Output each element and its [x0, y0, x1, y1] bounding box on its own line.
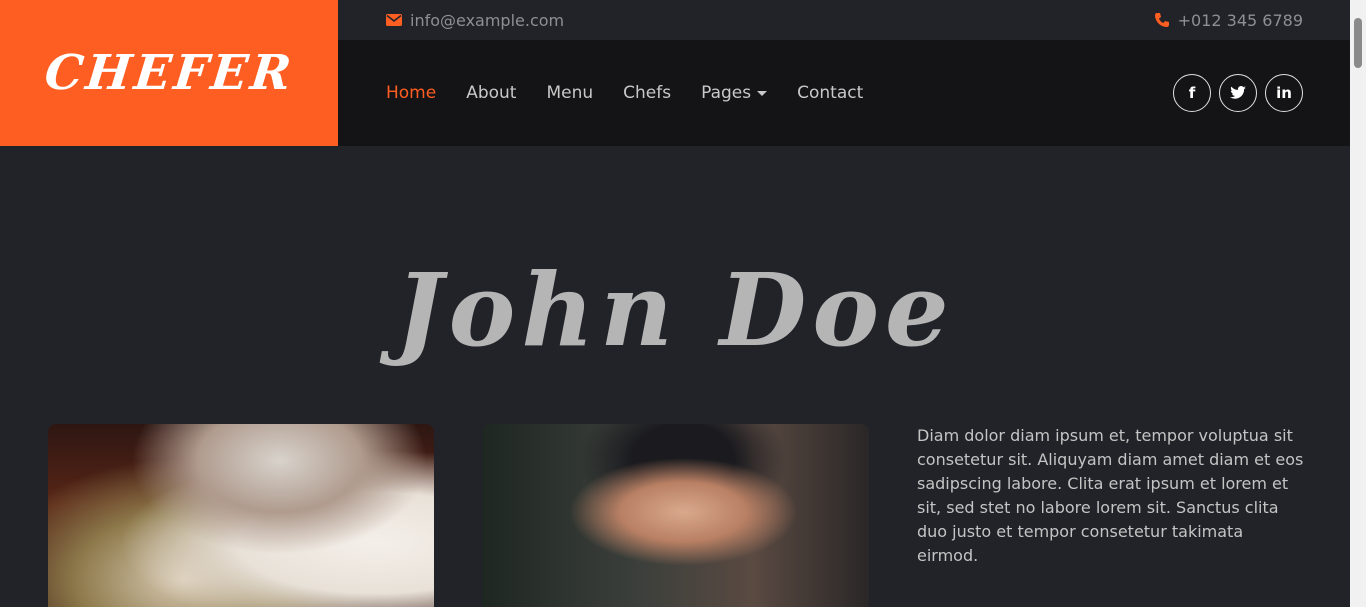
- scrollbar-thumb[interactable]: [1354, 18, 1362, 68]
- food-photo: [48, 424, 434, 607]
- top-bar: info@example.com +012 345 6789: [338, 0, 1350, 40]
- brand-name: CHEFER: [41, 45, 297, 101]
- page-title: John Doe: [395, 251, 955, 369]
- nav-item-pages[interactable]: Pages: [701, 83, 768, 103]
- caret-down-icon: [757, 90, 768, 96]
- brand-logo[interactable]: CHEFER: [0, 0, 338, 146]
- nav-item-chefs[interactable]: Chefs: [623, 83, 671, 103]
- facebook-icon[interactable]: f: [1173, 74, 1211, 112]
- nav-item-pages-label: Pages: [701, 83, 752, 103]
- nav-item-menu[interactable]: Menu: [546, 83, 593, 103]
- contact-phone: +012 345 6789: [1154, 11, 1303, 30]
- phone-text: +012 345 6789: [1177, 10, 1303, 30]
- social-links: f in: [1173, 74, 1303, 112]
- envelope-icon: [386, 14, 402, 26]
- page-scrollbar[interactable]: [1350, 0, 1366, 607]
- linkedin-icon[interactable]: in: [1265, 74, 1303, 112]
- nav-item-contact[interactable]: Contact: [797, 83, 863, 103]
- nav-item-home[interactable]: Home: [386, 83, 436, 103]
- phone-icon: [1154, 12, 1170, 28]
- nav-item-about[interactable]: About: [466, 83, 516, 103]
- nav-links: Home About Menu Chefs Pages Contact: [386, 83, 863, 103]
- chef-photo: [482, 424, 869, 607]
- email-text: info@example.com: [410, 10, 565, 30]
- contact-email: info@example.com: [386, 11, 564, 30]
- main-navbar: Home About Menu Chefs Pages Contact f in: [338, 40, 1350, 146]
- twitter-icon[interactable]: [1219, 74, 1257, 112]
- chef-bio: Diam dolor diam ipsum et, tempor voluptu…: [917, 426, 1304, 565]
